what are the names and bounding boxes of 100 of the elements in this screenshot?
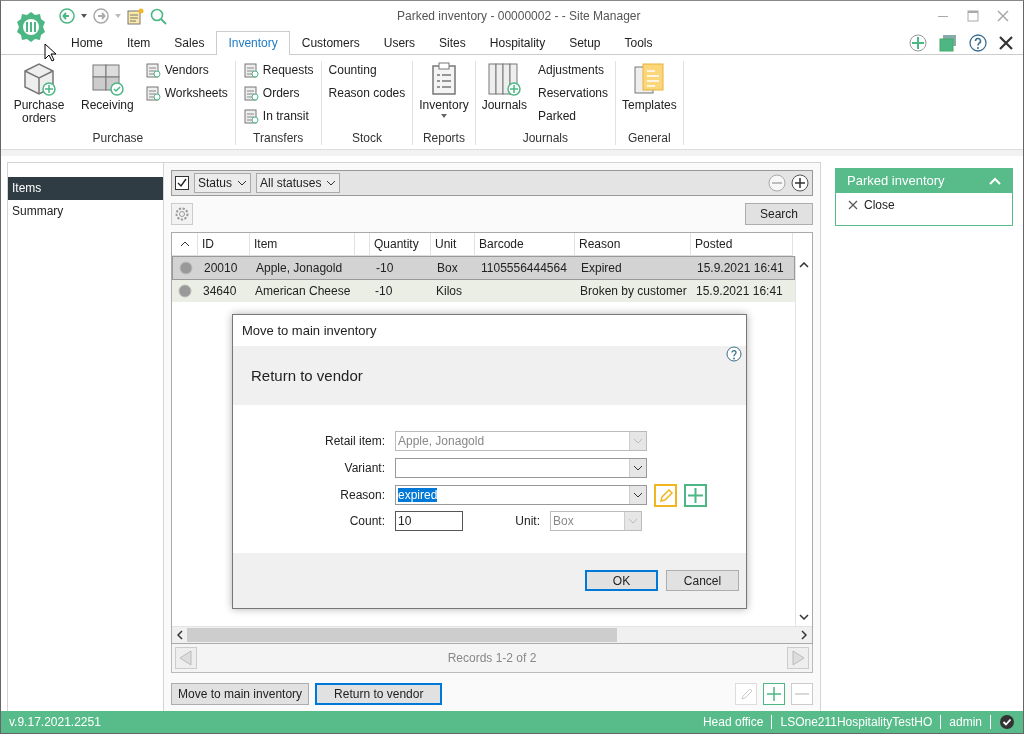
- ribbon-button[interactable]: Orders: [242, 85, 314, 101]
- notepad-icon[interactable]: [127, 7, 144, 25]
- status-item: LSOne211HospitalityTestHO: [780, 715, 942, 729]
- window-title: Parked inventory - 00000002 - - Site Manager: [396, 9, 642, 23]
- previous-page-icon[interactable]: [175, 647, 197, 669]
- remove-icon[interactable]: [791, 683, 813, 705]
- table-row[interactable]: 34640 American Cheese -10 Kilos Broken by customer 15.9.2021 16:41: [172, 280, 795, 303]
- document-icon: [144, 85, 161, 101]
- scroll-down-icon[interactable]: [799, 614, 809, 620]
- ribbon-button[interactable]: Adjustments: [538, 62, 608, 78]
- combo-field[interactable]: expired: [395, 485, 647, 505]
- table-cell: Apple, Jonagold: [256, 261, 343, 275]
- menu-tab[interactable]: Sales: [162, 31, 217, 54]
- field-label: Count:: [348, 514, 385, 528]
- ribbon-button[interactable]: Vendors: [144, 62, 228, 78]
- dialog-button[interactable]: Cancel: [666, 570, 739, 591]
- edit-icon[interactable]: [654, 483, 677, 507]
- menu-tab[interactable]: Setup: [557, 31, 613, 54]
- filter-checkbox[interactable]: [175, 176, 189, 190]
- document-icon: [242, 62, 259, 78]
- windows-icon[interactable]: [939, 34, 957, 52]
- collapse-icon: [989, 176, 1001, 185]
- status-dot-icon: [179, 261, 193, 275]
- menu-tab[interactable]: Tools: [612, 31, 665, 54]
- ribbon-button[interactable]: Parked: [538, 108, 608, 124]
- plus-circle-icon[interactable]: [909, 34, 927, 52]
- version-label: v.9.17.2021.2251: [9, 715, 101, 729]
- dialog-button[interactable]: OK: [585, 570, 658, 591]
- forward-icon[interactable]: [93, 8, 109, 24]
- table-cell: Box: [437, 261, 458, 275]
- field-label: Variant:: [343, 461, 385, 475]
- ribbon-button[interactable]: Reservations: [538, 85, 608, 101]
- ribbon-button[interactable]: Receiving: [78, 61, 137, 129]
- settings-button[interactable]: [171, 203, 193, 225]
- records-count: Records 1-2 of 2: [447, 651, 537, 665]
- search-icon[interactable]: [150, 7, 167, 25]
- scroll-up-icon[interactable]: [799, 262, 809, 268]
- menu-tab[interactable]: Hospitality: [477, 31, 558, 54]
- horizontal-scrollbar[interactable]: [172, 626, 812, 643]
- caret-icon[interactable]: [633, 465, 643, 471]
- count-field[interactable]: 10: [395, 511, 463, 531]
- ribbon-button[interactable]: Purchase orders: [4, 61, 74, 129]
- check-icon: [999, 714, 1015, 730]
- menu-tab[interactable]: Item: [115, 31, 163, 54]
- table-row[interactable]: 20010 Apple, Jonagold -10 Box 1105556444564 Expired 15.9.2021 16:41: [172, 256, 795, 280]
- vertical-scrollbar[interactable]: [795, 256, 812, 626]
- close-icon[interactable]: [999, 36, 1013, 50]
- menu-tab[interactable]: Home: [59, 31, 115, 54]
- table-cell: Kilos: [436, 284, 462, 298]
- next-page-icon[interactable]: [787, 647, 809, 669]
- dialog-title: Move to main inventory: [241, 322, 378, 340]
- status-item: Head office: [702, 715, 773, 729]
- ribbon-button[interactable]: Templates: [619, 61, 680, 129]
- table-cell: 20010: [204, 261, 238, 275]
- table-cell: Broken by customer: [580, 284, 687, 298]
- sidebar-item[interactable]: Summary: [8, 200, 163, 223]
- table-cell: -10: [375, 284, 393, 298]
- ribbon-button[interactable]: Journals: [478, 61, 530, 129]
- ribbon-group-label: Stock: [350, 130, 383, 145]
- ribbon-button[interactable]: Worksheets: [144, 85, 228, 101]
- ribbon-button[interactable]: Reason codes: [328, 85, 406, 101]
- menu-tab[interactable]: Sites: [427, 31, 478, 54]
- menu-tab[interactable]: Inventory: [216, 31, 290, 55]
- ribbon-button[interactable]: Counting: [328, 62, 406, 78]
- field-label: Retail item:: [323, 434, 385, 448]
- field-dropdown[interactable]: Status: [194, 173, 252, 193]
- table-cell: American Cheese: [255, 284, 351, 298]
- back-icon[interactable]: [59, 8, 75, 24]
- combo-field[interactable]: [395, 458, 647, 478]
- ribbon-button[interactable]: Requests: [242, 62, 314, 78]
- close-link[interactable]: Close: [835, 193, 1013, 226]
- boxes-icon: [89, 61, 126, 97]
- add-icon[interactable]: [791, 174, 809, 192]
- table-cell: 1105556444564: [481, 261, 567, 275]
- document-icon: [242, 85, 259, 101]
- help-icon[interactable]: [726, 346, 742, 362]
- app-logo[interactable]: [15, 11, 47, 43]
- ribbon-button[interactable]: Inventory: [416, 61, 472, 129]
- search-button[interactable]: Search: [745, 203, 813, 225]
- menu-tab[interactable]: Customers: [289, 31, 372, 54]
- maximize-icon[interactable]: [967, 10, 979, 22]
- ribbon-group-label: Purchase: [91, 130, 145, 145]
- scroll-left-icon[interactable]: [177, 630, 183, 640]
- dropdown-caret-icon[interactable]: [81, 14, 87, 18]
- ribbon-button[interactable]: In transit: [242, 108, 314, 124]
- menu-tab[interactable]: Users: [371, 31, 428, 54]
- caret-icon[interactable]: [633, 492, 643, 498]
- status-dropdown[interactable]: All statuses: [256, 173, 341, 193]
- document-icon: [242, 108, 259, 124]
- edit-icon[interactable]: [735, 683, 757, 705]
- ribbon-group-label: General: [627, 130, 672, 145]
- help-icon[interactable]: [969, 34, 987, 52]
- dropdown-caret-icon: [440, 114, 447, 118]
- remove-icon[interactable]: [768, 174, 786, 192]
- field-label: Unit:: [514, 514, 540, 528]
- binders-icon: [486, 61, 523, 97]
- sidebar-item[interactable]: Items: [8, 177, 163, 200]
- action-button[interactable]: Move to main inventory: [171, 683, 310, 705]
- scroll-right-icon[interactable]: [801, 630, 807, 640]
- action-button[interactable]: Return to vendor: [315, 683, 443, 705]
